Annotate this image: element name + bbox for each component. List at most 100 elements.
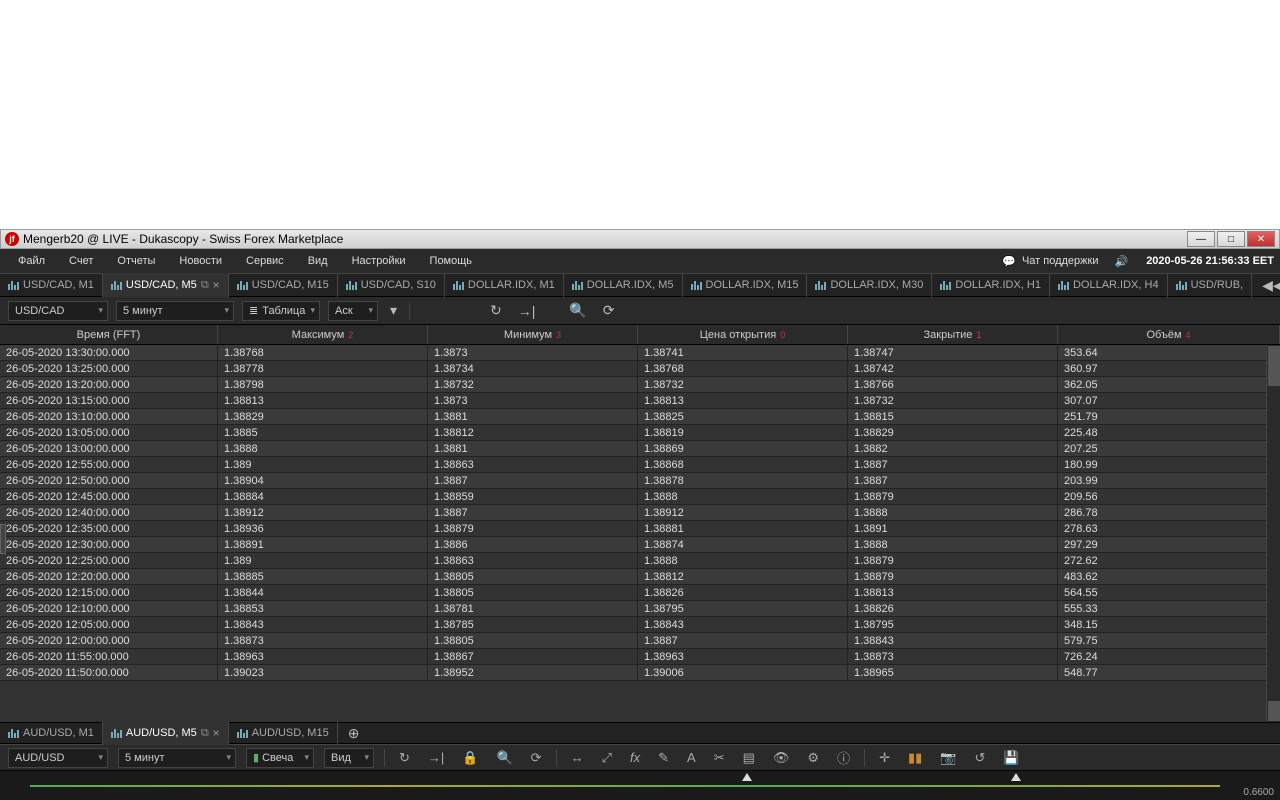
- col-open[interactable]: Цена открытия0: [638, 325, 848, 344]
- refresh-icon[interactable]: ↻: [395, 750, 414, 766]
- table-row[interactable]: 26-05-2020 12:45:00.0001.388841.388591.3…: [0, 489, 1280, 505]
- instrument-dropdown[interactable]: USD/CAD: [8, 301, 108, 321]
- table-row[interactable]: 26-05-2020 13:00:00.0001.38881.38811.388…: [0, 441, 1280, 457]
- chart-tab[interactable]: USD/CAD, M1: [0, 273, 103, 297]
- charttype-dropdown-bottom[interactable]: ▮Свеча: [246, 748, 314, 768]
- goto-end-icon[interactable]: →|: [424, 750, 448, 765]
- table-row[interactable]: 26-05-2020 13:05:00.0001.38851.388121.38…: [0, 425, 1280, 441]
- refresh-icon[interactable]: ↻: [486, 302, 506, 319]
- table-row[interactable]: 26-05-2020 12:00:00.0001.388731.388051.3…: [0, 633, 1280, 649]
- maximize-button[interactable]: □: [1217, 231, 1245, 247]
- vertical-scrollbar[interactable]: [1266, 345, 1280, 722]
- indicator-icon[interactable]: fx: [626, 750, 644, 765]
- sync-icon[interactable]: ⟳: [599, 302, 619, 319]
- col-volume[interactable]: Объём4: [1058, 325, 1280, 344]
- popout-icon[interactable]: ⧉: [201, 279, 209, 292]
- table-row[interactable]: 26-05-2020 12:30:00.0001.388911.38861.38…: [0, 537, 1280, 553]
- menu-item[interactable]: Помощь: [418, 255, 485, 267]
- col-time[interactable]: Время (FFT): [0, 325, 218, 344]
- view-dropdown[interactable]: ≣Таблица: [242, 301, 320, 321]
- table-row[interactable]: 26-05-2020 12:40:00.0001.389121.38871.38…: [0, 505, 1280, 521]
- side-dropdown-bottom[interactable]: Вид: [324, 748, 374, 768]
- col-low[interactable]: Минимум3: [428, 325, 638, 344]
- menu-item[interactable]: Новости: [167, 255, 234, 267]
- table-row[interactable]: 26-05-2020 12:05:00.0001.388431.387851.3…: [0, 617, 1280, 633]
- period-dropdown-bottom[interactable]: 5 минут: [118, 748, 236, 768]
- chart-tab[interactable]: USD/RUB,: [1168, 273, 1253, 297]
- reload-icon[interactable]: ↺: [970, 750, 989, 766]
- sync-icon[interactable]: ⟳: [527, 750, 546, 766]
- chart-tab[interactable]: USD/CAD, M5⧉×: [103, 273, 229, 297]
- table-row[interactable]: 26-05-2020 12:10:00.0001.388531.387811.3…: [0, 601, 1280, 617]
- table-row[interactable]: 26-05-2020 13:30:00.0001.387681.38731.38…: [0, 345, 1280, 361]
- search-icon[interactable]: 🔍: [492, 750, 516, 766]
- chart-tab[interactable]: DOLLAR.IDX, H4: [1050, 273, 1168, 297]
- popout-icon[interactable]: ⧉: [201, 727, 209, 740]
- chat-support-button[interactable]: 💬 Чат поддержки: [994, 255, 1106, 268]
- menu-item[interactable]: Счет: [57, 255, 105, 267]
- minimize-button[interactable]: —: [1187, 231, 1215, 247]
- chart-tab[interactable]: DOLLAR.IDX, M15: [683, 273, 808, 297]
- table-row[interactable]: 26-05-2020 13:20:00.0001.387981.387321.3…: [0, 377, 1280, 393]
- draw-icon[interactable]: ✎: [654, 750, 673, 766]
- table-row[interactable]: 26-05-2020 12:50:00.0001.389041.38871.38…: [0, 473, 1280, 489]
- chart-tab[interactable]: DOLLAR.IDX, M5: [564, 273, 683, 297]
- chart-tab[interactable]: AUD/USD, M15: [229, 721, 338, 745]
- info-icon[interactable]: ⓘ: [833, 748, 854, 767]
- chart-preview[interactable]: 0.6600: [0, 770, 1280, 800]
- table-row[interactable]: 26-05-2020 13:15:00.0001.388131.38731.38…: [0, 393, 1280, 409]
- eye-icon[interactable]: 👁: [769, 750, 794, 766]
- cell-volume: 272.62: [1058, 553, 1280, 568]
- table-row[interactable]: 26-05-2020 12:35:00.0001.389361.388791.3…: [0, 521, 1280, 537]
- chart-tab[interactable]: DOLLAR.IDX, M1: [445, 273, 564, 297]
- table-row[interactable]: 26-05-2020 12:15:00.0001.388441.388051.3…: [0, 585, 1280, 601]
- chart-tab[interactable]: AUD/USD, M5⧉×: [103, 721, 229, 745]
- instrument-dropdown-bottom[interactable]: AUD/USD: [8, 748, 108, 768]
- palette-icon[interactable]: ▮▮: [904, 750, 926, 766]
- chart-tab[interactable]: USD/CAD, S10: [338, 273, 445, 297]
- cut-icon[interactable]: ✂: [710, 750, 729, 766]
- text-icon[interactable]: A: [683, 750, 700, 765]
- table-row[interactable]: 26-05-2020 13:10:00.0001.388291.38811.38…: [0, 409, 1280, 425]
- lock-icon[interactable]: 🔒: [458, 750, 482, 766]
- menu-item[interactable]: Отчеты: [105, 255, 167, 267]
- zoom-in-icon[interactable]: ⤢: [598, 750, 616, 766]
- col-high[interactable]: Максимум2: [218, 325, 428, 344]
- side-panel-handle[interactable]: [0, 524, 6, 554]
- close-icon[interactable]: ×: [213, 726, 220, 740]
- chart-tab[interactable]: USD/CAD, M15: [229, 273, 338, 297]
- add-chart-icon[interactable]: ⊕: [344, 725, 364, 742]
- table-row[interactable]: 26-05-2020 11:55:00.0001.389631.388671.3…: [0, 649, 1280, 665]
- tab-scroll-left[interactable]: ◀◀: [1258, 277, 1280, 294]
- chart-tab[interactable]: DOLLAR.IDX, M30: [807, 273, 932, 297]
- table-row[interactable]: 26-05-2020 12:55:00.0001.3891.388631.388…: [0, 457, 1280, 473]
- table-row[interactable]: 26-05-2020 11:50:00.0001.390231.389521.3…: [0, 665, 1280, 681]
- sound-button[interactable]: 🔊: [1106, 255, 1136, 268]
- snapshot-icon[interactable]: 📷: [936, 750, 960, 766]
- layers-icon[interactable]: ▤: [739, 750, 759, 766]
- cell-high: 1.3888: [218, 441, 428, 456]
- close-button[interactable]: ✕: [1247, 231, 1275, 247]
- table-row[interactable]: 26-05-2020 12:25:00.0001.3891.388631.388…: [0, 553, 1280, 569]
- chart-tab[interactable]: DOLLAR.IDX, H1: [932, 273, 1050, 297]
- table-row[interactable]: 26-05-2020 13:25:00.0001.387781.387341.3…: [0, 361, 1280, 377]
- menu-item[interactable]: Вид: [296, 255, 340, 267]
- side-dropdown[interactable]: Аск: [328, 301, 378, 321]
- crosshair-icon[interactable]: ✛: [875, 750, 894, 766]
- search-icon[interactable]: 🔍: [565, 302, 590, 319]
- cell-time: 26-05-2020 12:25:00.000: [0, 553, 218, 568]
- period-dropdown[interactable]: 5 минут: [116, 301, 234, 321]
- menu-item[interactable]: Сервис: [234, 255, 296, 267]
- goto-icon[interactable]: →|: [514, 303, 540, 319]
- cell-open: 1.38732: [638, 377, 848, 392]
- filter-icon[interactable]: ▾: [386, 302, 401, 319]
- settings-icon[interactable]: ⚙: [803, 750, 823, 766]
- zoom-out-icon[interactable]: ↔: [567, 750, 588, 765]
- menu-item[interactable]: Настройки: [340, 255, 418, 267]
- save-icon[interactable]: 💾: [999, 750, 1023, 766]
- close-icon[interactable]: ×: [213, 278, 220, 292]
- col-close[interactable]: Закрытие1: [848, 325, 1058, 344]
- table-row[interactable]: 26-05-2020 12:20:00.0001.388851.388051.3…: [0, 569, 1280, 585]
- menu-item[interactable]: Файл: [6, 255, 57, 267]
- chart-tab[interactable]: AUD/USD, M1: [0, 721, 103, 745]
